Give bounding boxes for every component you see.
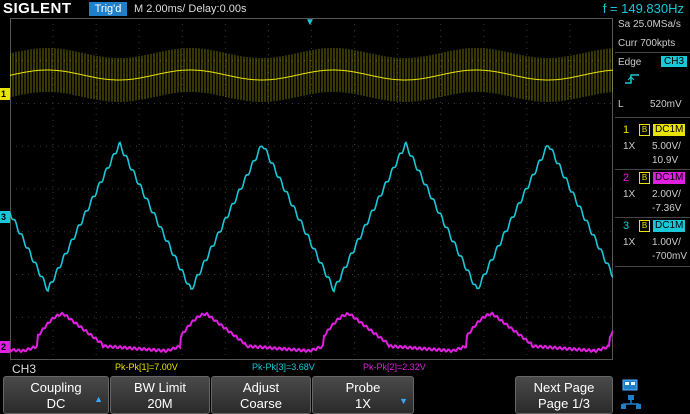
sample-rate: Sa 25.0MSa/s [618,19,681,30]
measurement-pkpk-ch2: Pk-Pk[2]=2.32V [363,362,426,372]
ch3-scale: 1.00V/ [652,237,681,248]
ch3-offset-marker[interactable]: 3 [0,211,10,223]
divider [615,169,690,170]
top-status-bar: SIGLENT Trig'd M 2.00ms/ Delay:0.00s f =… [0,0,690,18]
coupling-title: Coupling [30,380,82,395]
ch1-scale: 5.00V/ [652,141,681,152]
ch3-probe: 1X [623,237,636,248]
memory-depth: Curr 700kpts [618,38,676,49]
frequency-readout: f = 149.830Hz [602,1,684,16]
bw-limit-value: 20M [147,396,173,411]
rising-edge-icon [625,74,639,84]
adjust-softkey[interactable]: Adjust Coarse [211,376,311,414]
ch2-probe: 1X [623,189,636,200]
ch2-scale: 2.00V/ [652,189,681,200]
divider [615,217,690,218]
divider [615,52,690,53]
bw-limit-title: BW Limit [134,380,186,395]
ch2-offset: -7.36V [652,203,682,214]
arrow-down-icon: ▼ [399,396,408,406]
bw-limit-softkey[interactable]: BW Limit 20M [110,376,210,414]
bw-limit-icon: B [639,220,650,232]
trigger-level-label: L [618,99,624,110]
trigger-status-badge: Trig'd [89,2,127,16]
next-page-value: Page 1/3 [537,396,591,411]
bw-limit-icon: B [639,172,650,184]
ch1-probe: 1X [623,141,636,152]
ch3-number[interactable]: 3 [623,220,629,232]
brand-logo: SIGLENT [3,0,72,17]
ch1-marker-label: 1 [1,89,7,99]
probe-value: 1X [355,396,371,411]
network-usb-status-icon [621,379,641,409]
ch2-number[interactable]: 2 [623,172,629,184]
ch3-offset: -700mV [652,251,688,262]
waveform-grid [10,18,613,360]
active-channel-label: CH3 [12,362,37,376]
next-page-title: Next Page [533,380,595,395]
ch1-coupling-badge[interactable]: DC1M [653,124,686,136]
adjust-value: Coarse [240,396,282,411]
probe-title: Probe [345,380,381,395]
ch1-offset-marker[interactable]: 1 [0,88,10,100]
measurement-pkpk-ch3: Pk-Pk[3]=3.68V [252,362,315,372]
trigger-source-badge[interactable]: CH3 [661,56,688,67]
ch1-number[interactable]: 1 [623,124,629,136]
coupling-softkey[interactable]: Coupling DC ▲ [3,376,109,414]
ch1-offset: 10.9V [652,155,679,166]
divider [615,266,690,267]
ch3-marker-label: 3 [1,212,7,222]
coupling-value: DC [46,396,66,411]
ch2-offset-marker[interactable]: 2 [0,341,10,353]
trigger-position-icon[interactable]: ▼ [305,18,315,28]
next-page-softkey[interactable]: Next Page Page 1/3 [515,376,613,414]
ch2-coupling-badge[interactable]: DC1M [653,172,686,184]
measurement-pkpk-ch1: Pk-Pk[1]=7.00V [115,362,178,372]
divider [615,117,690,118]
ch3-coupling-badge[interactable]: DC1M [653,220,686,232]
trigger-level-value: 520mV [650,99,682,110]
timebase-readout[interactable]: M 2.00ms/ Delay:0.00s [134,2,247,16]
trigger-type[interactable]: Edge [618,57,641,68]
bw-limit-icon: B [639,124,650,136]
probe-softkey[interactable]: Probe 1X ▼ [312,376,414,414]
adjust-title: Adjust [242,380,280,395]
arrow-up-icon: ▲ [94,394,103,404]
ch2-marker-label: 2 [1,342,7,352]
